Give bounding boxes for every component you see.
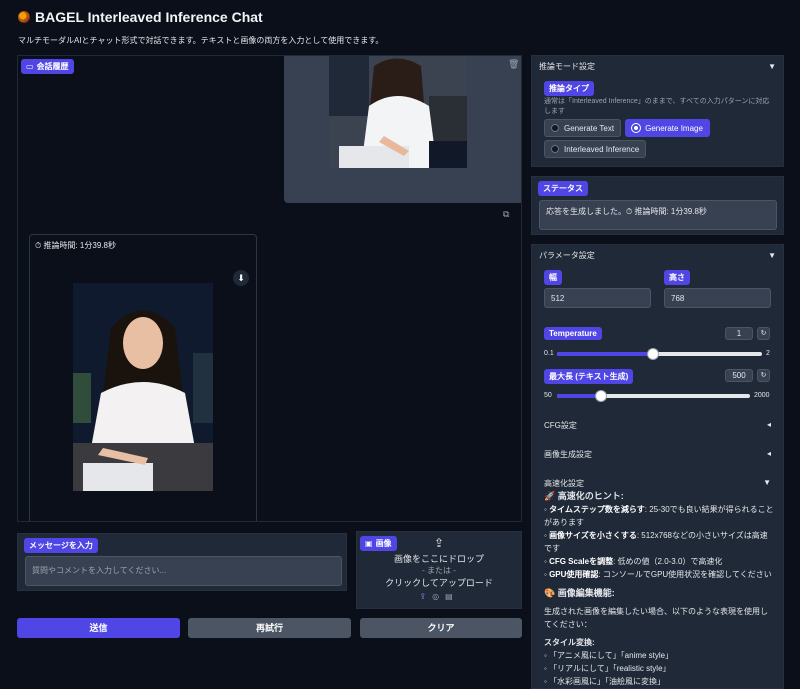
radio-interleaved[interactable]: Interleaved Inference: [544, 140, 647, 158]
height-label: 高さ: [664, 270, 690, 285]
maxlen-number[interactable]: 500: [725, 369, 753, 382]
message-input[interactable]: 質問やコメントを入力してください...: [25, 556, 342, 586]
radio-dot: [551, 124, 559, 132]
collapse-icon: ▼: [768, 251, 776, 260]
send-button[interactable]: 送信: [17, 618, 180, 638]
bot-message: ⏱ 推論時間: 1分39.8秒 ⬇: [29, 234, 257, 521]
palette-icon: 🎨: [544, 588, 556, 598]
clipboard-source-icon[interactable]: ▤: [445, 592, 459, 601]
generated-image[interactable]: [73, 283, 213, 491]
maxlen-slider[interactable]: [557, 391, 750, 401]
status-panel: ステータス 応答を生成しました。⏱ 推論時間: 1分39.8秒: [531, 176, 784, 235]
params-header[interactable]: パラメータ設定 ▼: [539, 250, 776, 261]
temperature-label: Temperature: [544, 327, 602, 340]
maxlen-min: 50: [544, 392, 552, 399]
stopwatch-icon: ⏱: [35, 241, 42, 250]
style-heading: スタイル変換:: [544, 638, 595, 647]
mode-type-label: 推論タイプ: [544, 81, 594, 96]
edit-heading: 🎨 画像編集機能:: [544, 588, 615, 598]
upload-source-bar: ⇪◎▤: [357, 592, 521, 601]
edit-desc: 生成された画像を編集したい場合、以下のような表現を使用してください：: [544, 607, 768, 629]
maxlen-max: 2000: [754, 392, 770, 399]
mode-type-desc: 通常は「Interleaved Inference」のままで、すべての入力パター…: [544, 98, 770, 115]
temperature-min: 0.1: [544, 350, 554, 357]
chatbot-panel: ▭ 会話履歴 🗑 ⧉ ⏱ 推論時間: 1分39.8秒 ⬇: [17, 55, 522, 522]
tip-item: ◦ GPU使用確認: コンソールでGPU使用状況を確認してください: [544, 570, 772, 579]
maxlen-slider-fill: [557, 394, 602, 398]
user-image-art: [329, 56, 467, 168]
user-uploaded-image[interactable]: [329, 56, 467, 168]
delete-icon[interactable]: 🗑: [508, 59, 519, 70]
temperature-reset-icon[interactable]: ↻: [757, 327, 770, 340]
caret-left-icon: ◂: [766, 449, 771, 458]
radio-dot: [551, 145, 559, 153]
bot-timer: ⏱ 推論時間: 1分39.8秒: [35, 241, 116, 250]
user-message: 🗑: [284, 56, 521, 203]
image-upload-box[interactable]: ▣ 画像 ⇪ 画像をここにドロップ - または - クリックしてアップロード ⇪…: [356, 531, 522, 609]
height-input[interactable]: 768: [664, 288, 771, 308]
copy-icon[interactable]: ⧉: [503, 209, 509, 220]
app-title: BAGEL Interleaved Inference Chat: [18, 9, 263, 25]
params-panel: パラメータ設定 ▼ 幅 512 高さ 768 Temperature 1 ↻ 0…: [531, 244, 784, 689]
speedup-accordion[interactable]: 高速化設定 ▼: [544, 478, 771, 489]
click-upload-text: クリックしてアップロード: [385, 578, 493, 588]
upload-source-icon[interactable]: ⇪: [419, 592, 432, 601]
mode-radio-row2: Interleaved Inference: [544, 140, 647, 158]
message-box: メッセージを入力 質問やコメントを入力してください...: [17, 533, 347, 591]
or-text: - または -: [422, 566, 456, 575]
speedup-tips: 🚀 高速化のヒント: ◦ タイムステップ数を減らす: 25-30でも良い結果が得…: [544, 490, 774, 688]
style-item: ◦ 「水彩画風に」「油絵風に変換」: [544, 677, 666, 686]
radio-generate-image[interactable]: Generate Image: [625, 119, 710, 137]
style-item: ◦ 「リアルにして」「realistic style」: [544, 664, 671, 673]
collapse-icon: ▼: [768, 62, 776, 71]
app-title-text: BAGEL Interleaved Inference Chat: [35, 9, 263, 25]
tips-heading: 🚀 高速化のヒント:: [544, 491, 624, 501]
generated-image-art: [73, 283, 213, 491]
width-input[interactable]: 512: [544, 288, 651, 308]
webcam-source-icon[interactable]: ◎: [432, 592, 445, 601]
app-subtitle: マルチモーダルAIとチャット形式で対話できます。テキストと画像の両方を入力として…: [18, 36, 384, 45]
retry-button[interactable]: 再試行: [188, 618, 351, 638]
temperature-number[interactable]: 1: [725, 327, 753, 340]
message-label: メッセージを入力: [24, 538, 98, 553]
temperature-slider-fill: [557, 352, 654, 356]
radio-dot: [632, 124, 641, 132]
width-label: 幅: [544, 270, 562, 285]
style-item: ◦ 「アニメ風にして」「anime style」: [544, 651, 674, 660]
maxlen-label: 最大長 (テキスト生成): [544, 369, 634, 384]
upload-icon: ⇪: [433, 536, 445, 550]
temperature-slider-knob[interactable]: [648, 349, 659, 359]
mode-radio-row1: Generate Text Generate Image: [544, 119, 710, 137]
drop-text: 画像をここにドロップ: [393, 554, 484, 564]
status-textbox: 応答を生成しました。⏱ 推論時間: 1分39.8秒: [539, 200, 777, 230]
mode-settings-panel: 推論モード設定 ▼ 推論タイプ 通常は「Interleaved Inferenc…: [531, 55, 784, 167]
mode-settings-header[interactable]: 推論モード設定 ▼: [539, 61, 776, 72]
maxlen-reset-icon[interactable]: ↻: [757, 369, 770, 382]
maxlen-slider-knob[interactable]: [596, 391, 607, 401]
chat-label: ▭ 会話履歴: [21, 59, 74, 74]
radio-generate-text[interactable]: Generate Text: [544, 119, 622, 137]
tip-item: ◦ 画像サイズを小さくする: 512x768などの小さいサイズは高速です: [544, 531, 768, 553]
collapse-icon: ▼: [763, 478, 771, 487]
caret-left-icon: ◂: [766, 420, 771, 429]
bagel-logo-icon: [18, 11, 30, 23]
rocket-icon: 🚀: [544, 491, 556, 501]
upload-drop-zone[interactable]: ⇪ 画像をここにドロップ - または - クリックしてアップロード: [357, 532, 521, 589]
imggen-accordion[interactable]: 画像生成設定 ◂: [544, 449, 771, 460]
clear-button[interactable]: クリア: [360, 618, 522, 638]
download-icon[interactable]: ⬇: [233, 270, 249, 286]
tip-item: ◦ CFG Scaleを調整: 低めの値（2.0-3.0）で高速化: [544, 557, 723, 566]
cfg-accordion[interactable]: CFG設定 ◂: [544, 420, 771, 431]
tip-item: ◦ タイムステップ数を減らす: 25-30でも良い結果が得られることがあります: [544, 505, 774, 527]
chat-icon: ▭: [26, 62, 34, 71]
temperature-slider[interactable]: [557, 349, 762, 359]
status-label: ステータス: [538, 181, 588, 196]
temperature-max: 2: [766, 350, 770, 357]
